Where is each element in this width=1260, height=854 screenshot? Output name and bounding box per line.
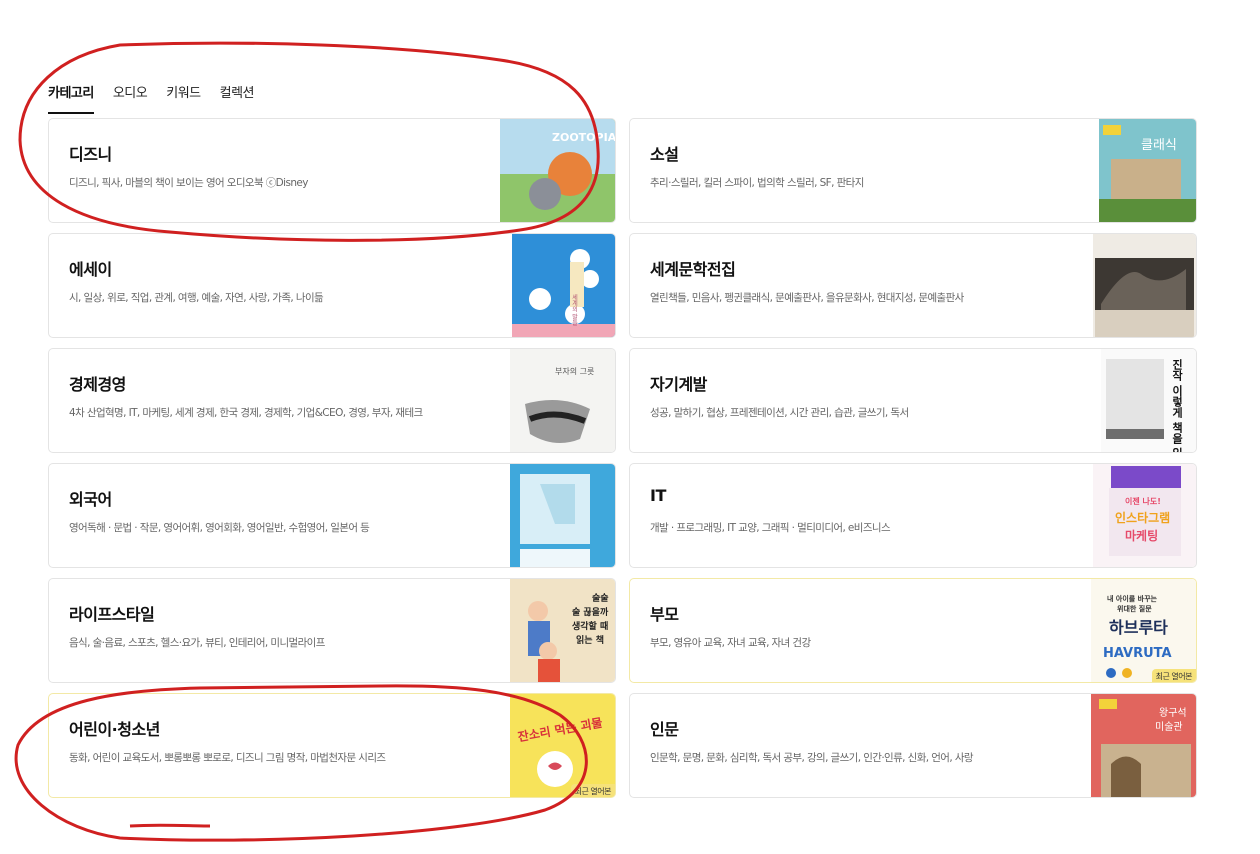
- category-title: 부모: [650, 605, 679, 624]
- category-title: 디즈니: [69, 145, 112, 164]
- category-title: 라이프스타일: [69, 605, 155, 624]
- category-desc: 인문학, 문명, 문화, 심리학, 독서 공부, 강의, 글쓰기, 인간·인류,…: [650, 752, 974, 764]
- category-card-it[interactable]: IT 개발 · 프로그래밍, IT 교양, 그래픽 · 멀티미디어, e비즈니스…: [629, 463, 1197, 568]
- cover-title: 세계의 말들: [571, 293, 578, 326]
- category-desc: 동화, 어린이 교육도서, 뽀롱뽀롱 뽀로로, 디즈니 그림 명작, 마법천자문…: [69, 752, 386, 764]
- economy-cover: 부자의 그릇: [500, 349, 615, 452]
- cover-line: 내 아이를 바꾸는: [1107, 594, 1158, 603]
- category-card-lifestyle[interactable]: 라이프스타일 음식, 술·음료, 스포츠, 헬스·요가, 뷰티, 인테리어, 미…: [48, 578, 616, 683]
- category-card-disney[interactable]: 디즈니 디즈니, 픽사, 마블의 책이 보이는 영어 오디오북 ⓒDisney …: [48, 118, 616, 223]
- tab-collection[interactable]: 컬렉션: [220, 82, 255, 114]
- category-desc: 영어독해 · 문법 · 작문, 영어어휘, 영어회화, 영어일반, 수험영어, …: [69, 522, 370, 534]
- category-card-self-development[interactable]: 자기계발 성공, 말하기, 협상, 프레젠테이션, 시간 관리, 습관, 글쓰기…: [629, 348, 1197, 453]
- category-card-world-literature[interactable]: 세계문학전집 열린책들, 민음사, 펭귄클래식, 문예출판사, 을유문화사, 현…: [629, 233, 1197, 338]
- category-title: 세계문학전집: [650, 260, 736, 279]
- tab-keyword[interactable]: 키워드: [166, 82, 201, 114]
- zootopia-cover: ZOOTOPIA: [500, 119, 615, 222]
- category-card-essay[interactable]: 에세이 시, 일상, 위로, 직업, 관계, 여행, 예술, 자연, 사랑, 가…: [48, 233, 616, 338]
- cover-line: HAVRUTA: [1103, 646, 1172, 661]
- cover-line: 읽는 책: [576, 634, 604, 646]
- language-cover: [500, 464, 615, 567]
- category-desc: 개발 · 프로그래밍, IT 교양, 그래픽 · 멀티미디어, e비즈니스: [650, 522, 891, 534]
- category-card-kids[interactable]: 어린이·청소년 동화, 어린이 교육도서, 뽀롱뽀롱 뽀로로, 디즈니 그림 명…: [48, 693, 616, 798]
- category-card-parent[interactable]: 부모 부모, 영유아 교육, 자녀 교육, 자녀 건강 내 아이를 바꾸는 위대…: [629, 578, 1197, 683]
- category-card-novel[interactable]: 소설 추리·스릴러, 킬러 스파이, 법의학 스릴러, SF, 판타지 클래식: [629, 118, 1197, 223]
- cover-line: 하브루타: [1109, 618, 1168, 637]
- category-desc: 열린책들, 민음사, 펭귄클래식, 문예출판사, 을유문화사, 현대지성, 문예…: [650, 292, 964, 304]
- category-title: IT: [650, 486, 666, 505]
- category-title: 경제경영: [69, 375, 126, 394]
- cover-title: 클래식: [1141, 138, 1177, 153]
- category-card-humanities[interactable]: 인문 인문학, 문명, 문화, 심리학, 독서 공부, 강의, 글쓰기, 인간·…: [629, 693, 1197, 798]
- cover-line: 인스타그램: [1115, 510, 1170, 525]
- category-desc: 부모, 영유아 교육, 자녀 교육, 자녀 건강: [650, 637, 811, 649]
- cover-title: 부자의 그릇: [555, 366, 594, 376]
- cover-line: 술술: [592, 592, 609, 604]
- category-title: 자기계발: [650, 375, 707, 394]
- cover-title: ZOOTOPIA: [552, 131, 615, 144]
- cover-line: 술 끊을까: [572, 606, 609, 618]
- category-title: 외국어: [69, 490, 112, 509]
- humanities-cover: 왕구석 미술관: [1081, 694, 1196, 797]
- category-card-foreign-language[interactable]: 외국어 영어독해 · 문법 · 작문, 영어어휘, 영어회화, 영어일반, 수험…: [48, 463, 616, 568]
- category-title: 인문: [650, 720, 679, 739]
- cover-line: 왕구석: [1159, 707, 1187, 719]
- category-title: 소설: [650, 145, 679, 164]
- recent-badge: 최근 열어본: [1151, 669, 1196, 682]
- cover-line: 생각할 때: [572, 620, 608, 632]
- recent-badge: 최근 열어본: [570, 784, 615, 797]
- novel-cover: 클래식: [1081, 119, 1196, 222]
- parent-cover: 내 아이를 바꾸는 위대한 질문 하브루타 HAVRUTA 최근 열어본: [1081, 579, 1196, 682]
- tab-category[interactable]: 카테고리: [48, 82, 94, 114]
- category-desc: 디즈니, 픽사, 마블의 책이 보이는 영어 오디오북 ⓒDisney: [69, 177, 308, 189]
- cover-line: 마케팅: [1125, 528, 1158, 543]
- category-card-economy[interactable]: 경제경영 4차 산업혁명, IT, 마케팅, 세계 경제, 한국 경제, 경제학…: [48, 348, 616, 453]
- category-desc: 성공, 말하기, 협상, 프레젠테이션, 시간 관리, 습관, 글쓰기, 독서: [650, 407, 909, 419]
- cover-line: 위대한 질문: [1117, 604, 1152, 613]
- category-desc: 4차 산업혁명, IT, 마케팅, 세계 경제, 한국 경제, 경제학, 기업&…: [69, 407, 423, 419]
- category-title: 어린이·청소년: [69, 720, 160, 739]
- lifestyle-cover: 술술 술 끊을까 생각할 때 읽는 책: [500, 579, 615, 682]
- cover-line: 미술관: [1155, 721, 1183, 733]
- category-tabs: 카테고리 오디오 키워드 컬렉션: [48, 82, 273, 114]
- category-desc: 추리·스릴러, 킬러 스파이, 법의학 스릴러, SF, 판타지: [650, 177, 864, 189]
- essay-cover: 세계의 말들: [500, 234, 615, 337]
- cover-line: 이젠 나도!: [1125, 496, 1161, 506]
- category-desc: 음식, 술·음료, 스포츠, 헬스·요가, 뷰티, 인테리어, 미니멀라이프: [69, 637, 325, 649]
- category-desc: 시, 일상, 위로, 직업, 관계, 여행, 예술, 자연, 사랑, 가족, 나…: [69, 292, 324, 304]
- cover-title: 진작 이렇게 책을 읽: [1171, 358, 1184, 453]
- self-dev-cover: 진작 이렇게 책을 읽: [1081, 349, 1196, 453]
- it-cover: 이젠 나도! 인스타그램 마케팅: [1081, 464, 1196, 567]
- tab-audio[interactable]: 오디오: [113, 82, 148, 114]
- world-lit-cover: [1081, 234, 1196, 337]
- kids-cover: 잔소리 먹는 괴물 최근 열어본: [500, 694, 615, 797]
- category-title: 에세이: [69, 260, 112, 279]
